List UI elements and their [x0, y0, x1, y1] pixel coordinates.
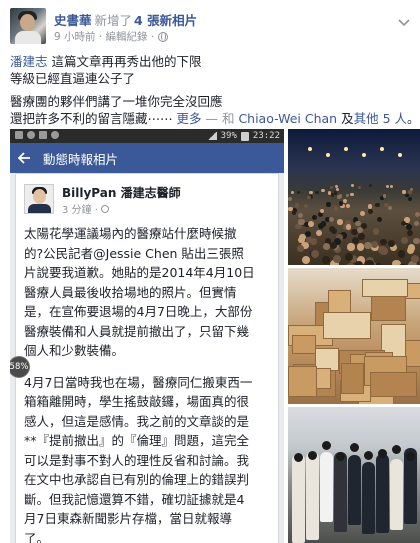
battery-percent: 39% [220, 131, 237, 141]
post-timestamp[interactable]: 9 小時前 · 編輯紀錄 · [54, 29, 154, 44]
back-arrow-icon [18, 152, 31, 164]
chevron-down-icon[interactable] [398, 12, 410, 27]
phone-screenshot-photo[interactable]: 39% 23:22 動態時報相片 BillyPan 潘建志醫師 3 分鐘 · 太… [10, 129, 284, 543]
card-text-line: **『提前撤出』的『倫理』問題，這完全 [24, 433, 250, 448]
boxes-photo[interactable] [288, 268, 420, 404]
post-line-2: 等級已經直逼連公子了 [10, 71, 136, 86]
card-text-line: 斷。但我記憶還算不錯，確切証據就是4 [24, 491, 245, 507]
mention-link[interactable]: 潘建志 [10, 54, 48, 69]
notification-icon [15, 131, 23, 139]
post-header: 史書華 新增了 4 張新相片 9 小時前 · 編輯紀錄 · [0, 0, 420, 46]
card-text-line: 醫療人員最後收拾場地的照片。但實情 [24, 284, 237, 300]
card-text: 太陽花學運議場內的醫療站什麼時候撤 的?公民記者@Jessie Chen 貼出三張… [24, 224, 276, 543]
crowd-night-photo[interactable] [288, 129, 420, 265]
battery-icon [240, 131, 249, 141]
card-author-name: BillyPan 潘建志醫師 [62, 186, 181, 200]
card-avatar [24, 184, 54, 214]
card-text-line: 了。 [24, 530, 50, 543]
tagged-person-link[interactable]: Chiao-Wei Chan [238, 111, 337, 126]
phone-status-bar: 39% 23:22 [10, 129, 284, 143]
post-header-line: 史書華 新增了 4 張新相片 [54, 10, 197, 29]
author-avatar[interactable] [10, 8, 46, 44]
card-text-line: 4月7日當時我也在場，醫療同仁搬東西一 [24, 374, 253, 390]
card-text-line: 可以是對事不對人的理性反省和討論。我 [24, 452, 250, 468]
sync-icon [51, 131, 59, 139]
phone-post-card: BillyPan 潘建志醫師 3 分鐘 · 太陽花學運議場內的醫療站什麼時候撤的… [15, 173, 279, 543]
globe-icon [100, 204, 109, 213]
post-line-4: 還把許多不利的留言隱藏⋯⋯ 更多 — 和 Chiao-Wei Chan 及其他 … [10, 111, 420, 126]
status-time: 23:22 [252, 131, 280, 141]
app-bar-title: 動態時報相片 [43, 151, 119, 167]
see-more-link[interactable]: 更多 [177, 111, 202, 126]
tagged-others-link[interactable]: 其他 5 人 [354, 111, 407, 126]
new-photos-link[interactable]: 4 張新相片 [134, 13, 197, 28]
post-body: 潘建志 這篇文章再再秀出他的下限 等級已經直逼連公子了 醫療團的夥伴們講了一堆你… [10, 53, 420, 127]
post-action-text: 新增了 [94, 13, 133, 28]
card-text-line: 片說要我道歉。她貼的是2014年4月10日 [24, 265, 255, 280]
post-line-3: 醫療團的夥伴們講了一堆你完全沒回應 [10, 94, 223, 109]
card-text-line: 月7日東森新聞影片存檔，當日就報導 [24, 511, 232, 526]
card-text-line: 醫療裝備和人員就提前撤出了，只留下幾 [24, 323, 250, 339]
card-time: 3 分鐘 · [62, 201, 109, 216]
post-meta: 9 小時前 · 編輯紀錄 · [54, 29, 169, 44]
card-text-line: 個人和少數裝備。 [24, 343, 125, 358]
card-text-line: 是，在宣佈要退場的4月7日晚上，大部份 [24, 304, 253, 319]
phone-app-bar: 動態時報相片 [10, 143, 284, 173]
author-name-link[interactable]: 史書華 [54, 13, 92, 28]
card-text-line: 在文中也承認自已有別的倫理上的錯誤判 [24, 472, 250, 487]
medical-team-photo[interactable] [288, 407, 420, 543]
card-text-line: 的?公民記者@Jessie Chen 貼出三張照 [24, 245, 244, 261]
globe-icon[interactable] [158, 31, 169, 42]
photo-grid: 39% 23:22 動態時報相片 BillyPan 潘建志醫師 3 分鐘 · 太… [0, 129, 420, 543]
card-text-line: 感人，但這是感情。我之前的文章談的是 [24, 413, 250, 429]
card-text-line: 太陽花學運議場內的醫療站什麼時候撤 [24, 226, 237, 241]
card-text-line: 箱箱離開時，學生搖鼓敲鑼，場面真的很 [24, 394, 250, 409]
post-line-1: 潘建志 這篇文章再再秀出他的下限 [10, 54, 202, 69]
app-icon [39, 131, 47, 139]
message-icon [27, 131, 35, 139]
signal-icon [206, 132, 217, 140]
